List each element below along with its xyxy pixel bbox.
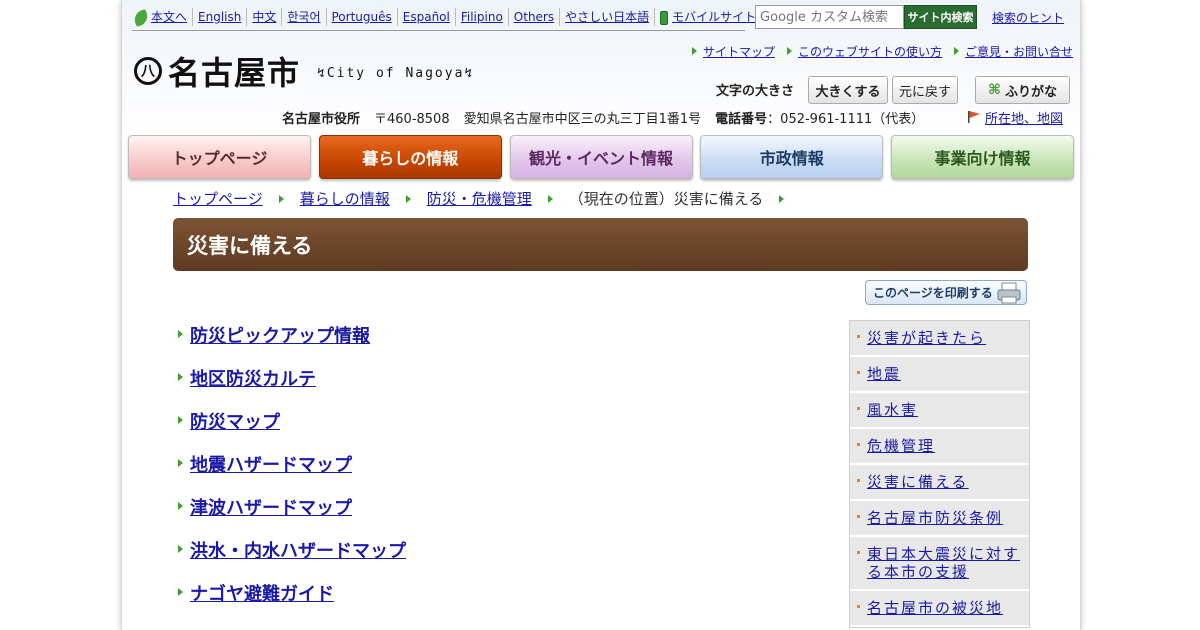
print-page-button[interactable]: このページを印刷する [865, 280, 1027, 305]
breadcrumb-arrow-icon [405, 194, 411, 203]
side-link-storm-flood[interactable]: 風水害 [850, 393, 1029, 429]
logo-title: 名古屋市 [168, 54, 301, 92]
side-link-when-disaster[interactable]: 災害が起きたら [850, 321, 1029, 357]
link-district-disaster-chart[interactable]: 地区防災カルテ [190, 365, 316, 391]
site-usage-link[interactable]: このウェブサイトの使い方 [787, 43, 942, 60]
language-bar: 本文へ English 中文 한국어 Português Español Fil… [132, 4, 756, 31]
breadcrumb-living-link[interactable]: 暮らしの情報 [300, 188, 390, 209]
side-link-crisis-management[interactable]: 危機管理 [850, 429, 1029, 465]
breadcrumb-disaster-link[interactable]: 防災・危機管理 [427, 188, 532, 209]
list-item: 防災マップ [178, 408, 406, 451]
side-link-great-east-japan-support[interactable]: 東日本大震災に対する本市の支援 [850, 537, 1029, 591]
link-disaster-map[interactable]: 防災マップ [190, 408, 280, 434]
enlarge-text-button[interactable]: 大きくする [808, 76, 888, 104]
breadcrumb-arrow-icon [278, 194, 284, 203]
arrow-icon [692, 47, 697, 55]
list-item: 地区防災カルテ [178, 365, 406, 408]
breadcrumb-current: （現在の位置）災害に備える [568, 190, 764, 208]
leaf-icon [132, 8, 150, 27]
nav-tab-business[interactable]: 事業向け情報 [891, 135, 1074, 179]
contact-link[interactable]: ご意見・お問い合せ [954, 43, 1073, 60]
arrow-icon [178, 502, 183, 510]
search-hint-link[interactable]: 検索のヒント [992, 9, 1064, 26]
city-emblem-icon: 八 [134, 57, 162, 85]
link-earthquake-hazard-map[interactable]: 地震ハザードマップ [190, 451, 352, 477]
side-link-disaster-ordinance[interactable]: 名古屋市防災条例 [850, 501, 1029, 537]
skip-to-content-link[interactable]: 本文へ [132, 8, 192, 27]
nav-tab-city-info[interactable]: 市政情報 [700, 135, 884, 179]
phone-label: 電話番号 [715, 112, 768, 127]
link-disaster-pickup[interactable]: 防災ピックアップ情報 [190, 322, 370, 348]
lang-easy-japanese-link[interactable]: やさしい日本語 [559, 8, 654, 26]
breadcrumb-arrow-icon [779, 194, 785, 203]
arrow-icon [178, 459, 183, 467]
lang-spanish-link[interactable]: Español [396, 8, 455, 26]
page-title: 災害に備える [187, 233, 313, 258]
arrow-icon [178, 330, 183, 338]
lang-chinese-link[interactable]: 中文 [246, 8, 281, 26]
side-link-prepare[interactable]: 災害に備える [850, 465, 1029, 501]
mobile-phone-icon [660, 10, 669, 25]
address-line: 名古屋市役所 〒460-8508 愛知県名古屋市中区三の丸三丁目1番1号 電話番… [282, 108, 924, 127]
arrow-icon [178, 588, 183, 596]
arrow-icon [178, 416, 183, 424]
lang-others-link[interactable]: Others [507, 8, 559, 26]
main-navigation: トップページ 暮らしの情報 観光・イベント情報 市政情報 事業向け情報 [128, 135, 1074, 181]
search-button[interactable]: サイト内検索 [904, 5, 977, 29]
font-size-label: 文字の大きさ [716, 84, 795, 99]
office-name: 名古屋市役所 [282, 112, 361, 127]
search-input[interactable] [755, 5, 904, 29]
breadcrumb: トップページ 暮らしの情報 防災・危機管理 （現在の位置）災害に備える [173, 188, 800, 209]
link-nagoya-evacuation-guide[interactable]: ナゴヤ避難ガイド [190, 580, 334, 606]
side-link-nagoya-disaster-area[interactable]: 名古屋市の被災地 [850, 591, 1029, 627]
page-container: 本文へ English 中文 한국어 Português Español Fil… [121, 0, 1081, 630]
arrow-icon [178, 545, 183, 553]
sitemap-link[interactable]: サイトマップ [692, 43, 775, 60]
phone-number: ：052-961-1111（代表） [767, 112, 925, 127]
reset-text-button[interactable]: 元に戻す [892, 76, 958, 104]
logo-subtitle: ↯City of Nagoya↯ [317, 66, 475, 81]
link-tsunami-hazard-map[interactable]: 津波ハザードマップ [190, 494, 352, 520]
nav-tab-top[interactable]: トップページ [128, 135, 311, 179]
breadcrumb-arrow-icon [547, 194, 553, 203]
arrow-icon [787, 47, 793, 55]
main-link-list: 防災ピックアップ情報 地区防災カルテ 防災マップ 地震ハザードマップ 津波ハザー… [178, 322, 406, 623]
link-flood-hazard-map[interactable]: 洪水・内水ハザードマップ [190, 537, 406, 563]
office-address: 愛知県名古屋市中区三の丸三丁目1番1号 [463, 112, 702, 127]
lang-filipino-link[interactable]: Filipino [454, 8, 508, 26]
postal-code: 〒460-8508 [374, 112, 450, 127]
lang-portuguese-link[interactable]: Português [325, 8, 397, 26]
arrow-icon [178, 373, 183, 381]
furigana-button[interactable]: ⌘ ふりがな [975, 76, 1070, 104]
side-link-earthquake[interactable]: 地震 [850, 357, 1029, 393]
side-menu: 災害が起きたら 地震 風水害 危機管理 災害に備える 名古屋市防災条例 東日本大… [849, 320, 1030, 628]
utility-links: サイトマップ このウェブサイトの使い方 ご意見・お問い合せ [680, 43, 1073, 60]
printer-icon [997, 282, 1021, 304]
list-item: ナゴヤ避難ガイド [178, 580, 406, 623]
list-item: 地震ハザードマップ [178, 451, 406, 494]
list-item: 洪水・内水ハザードマップ [178, 537, 406, 580]
arrow-icon [954, 47, 960, 55]
lang-korean-link[interactable]: 한국어 [281, 8, 325, 26]
breadcrumb-top-link[interactable]: トップページ [173, 188, 263, 209]
mobile-site-link[interactable]: モバイルサイト [654, 8, 761, 26]
list-item: 津波ハザードマップ [178, 494, 406, 537]
nav-tab-living[interactable]: 暮らしの情報 [318, 135, 502, 179]
city-logo[interactable]: 八 名古屋市 [134, 48, 300, 94]
page-title-bar: 災害に備える [173, 218, 1028, 271]
nav-tab-tourism[interactable]: 観光・イベント情報 [509, 135, 693, 179]
list-item: 防災ピックアップ情報 [178, 322, 406, 365]
location-map-link[interactable]: 所在地、地図 [966, 108, 1063, 127]
lang-english-link[interactable]: English [192, 8, 246, 26]
furigana-icon: ⌘ [987, 82, 1001, 98]
